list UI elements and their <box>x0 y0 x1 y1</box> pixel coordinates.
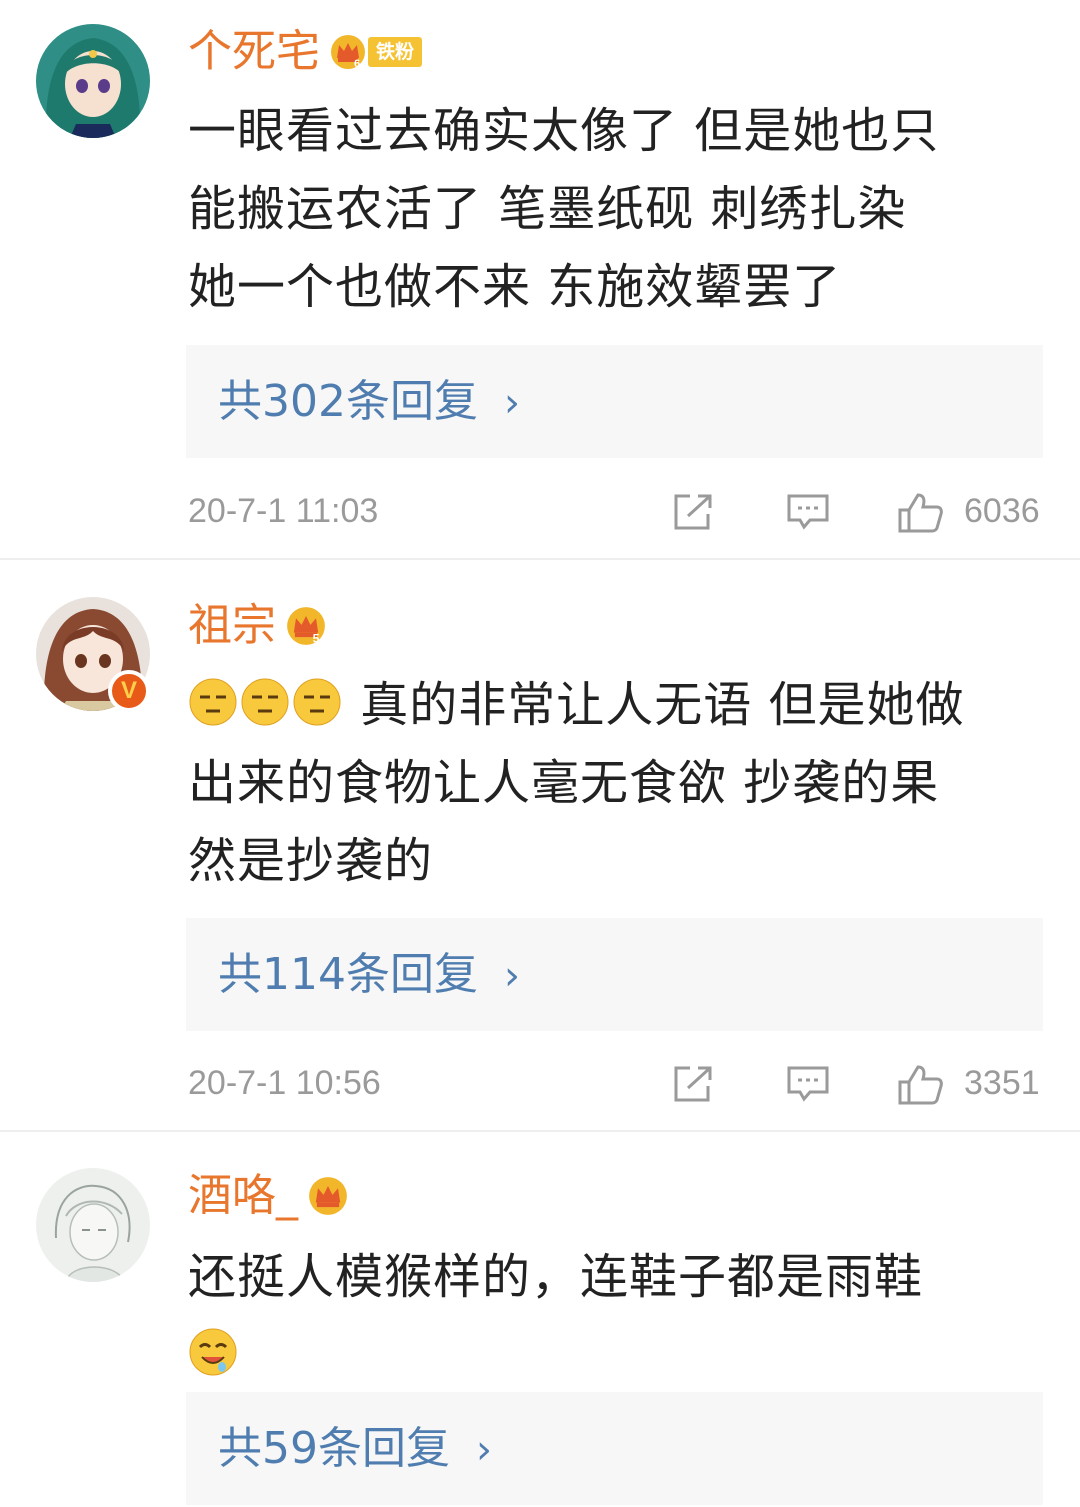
drooling-emoji-icon <box>189 1328 237 1376</box>
comment-icon[interactable] <box>786 492 830 536</box>
like-icon[interactable] <box>896 1064 944 1110</box>
user-avatar[interactable] <box>36 1168 150 1282</box>
comment-text-line: 然是抄袭的 <box>188 833 434 889</box>
fan-badge: 铁粉 <box>368 37 423 67</box>
reply-count-label: 共302条回复 <box>218 376 478 427</box>
reply-link[interactable]: 共114条回复 › <box>186 918 1043 1031</box>
crown-icon: 6 <box>330 34 366 70</box>
speechless-emoji-icon <box>293 678 341 726</box>
speechless-emoji-icon <box>189 678 237 726</box>
reply-link[interactable]: 共302条回复 › <box>186 345 1043 458</box>
reply-link[interactable]: 共59条回复 › <box>186 1392 1043 1505</box>
svg-text:5: 5 <box>313 632 320 646</box>
comment-text: 还挺人模猴样的，连鞋子都是雨鞋 <box>188 1238 1048 1394</box>
comment-text: 一眼看过去确实太像了 但是她也只 能搬运农活了 笔墨纸砚 刺绣扎染 她一个也做不… <box>188 92 1048 326</box>
like-count: 3351 <box>964 1064 1040 1102</box>
reply-count-label: 共114条回复 <box>218 949 478 1000</box>
comment-text-line <box>188 1316 1048 1394</box>
divider <box>0 1130 1080 1132</box>
comment-text-line: 她一个也做不来 东施效颦罢了 <box>188 259 842 315</box>
anime-girl-green-hair-avatar-icon <box>36 24 150 138</box>
svg-text:6: 6 <box>354 58 360 70</box>
comment-text-line: 还挺人模猴样的，连鞋子都是雨鞋 <box>188 1249 924 1305</box>
username[interactable]: 祖宗 <box>188 598 276 654</box>
speechless-emoji-icon <box>241 678 289 726</box>
divider <box>0 558 1080 560</box>
username-row: 祖宗 5 <box>188 598 326 654</box>
username[interactable]: 个死宅 <box>188 24 320 80</box>
comment-text-line: 出来的食物让人毫无食欲 抄袭的果 <box>188 755 940 811</box>
chevron-right-icon: › <box>503 953 520 999</box>
like-icon[interactable] <box>896 492 944 538</box>
crown-icon <box>308 1176 348 1216</box>
crown-icon: 5 <box>286 606 326 646</box>
share-icon[interactable] <box>672 1064 716 1108</box>
username[interactable]: 酒咯_ <box>188 1168 298 1224</box>
timestamp: 20-7-1 10:56 <box>188 1064 381 1102</box>
comment-icon[interactable] <box>786 1064 830 1108</box>
username-row: 个死宅 6 铁粉 <box>188 24 423 80</box>
timestamp: 20-7-1 11:03 <box>188 492 379 530</box>
comment-text-line: 真的非常让人无语 但是她做 <box>188 666 1048 744</box>
reply-count-label: 共59条回复 <box>218 1423 450 1474</box>
username-row: 酒咯_ <box>188 1168 348 1224</box>
sketch-boy-avatar-icon <box>36 1168 150 1282</box>
like-count: 6036 <box>964 492 1040 530</box>
share-icon[interactable] <box>672 492 716 536</box>
comment-text-segment: 真的非常让人无语 但是她做 <box>344 677 965 733</box>
verified-badge: V <box>108 670 150 712</box>
comment-meta: 20-7-1 10:56 3351 <box>188 1058 1044 1108</box>
comment-text: 真的非常让人无语 但是她做 出来的食物让人毫无食欲 抄袭的果 然是抄袭的 <box>188 666 1048 900</box>
chevron-right-icon: › <box>476 1427 492 1473</box>
comment-text-line: 一眼看过去确实太像了 但是她也只 <box>188 103 940 159</box>
comment-meta: 20-7-1 11:03 6036 <box>188 486 1044 536</box>
comment-text-line: 能搬运农活了 笔墨纸砚 刺绣扎染 <box>188 181 907 237</box>
chevron-right-icon: › <box>503 380 520 426</box>
user-avatar[interactable] <box>36 24 150 138</box>
